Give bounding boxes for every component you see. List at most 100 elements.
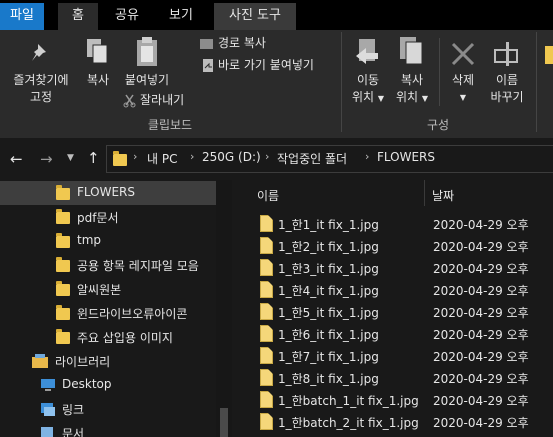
file-row[interactable]: 1_한3_it fix_1.jpg 2020-04-29 오후: [232, 257, 553, 279]
nav-item-label: 알씨원본: [77, 283, 122, 297]
file-row[interactable]: 1_한2_it fix_1.jpg 2020-04-29 오후: [232, 235, 553, 257]
nav-item-links[interactable]: 링크: [0, 397, 222, 421]
folder-icon: [56, 209, 70, 224]
file-row[interactable]: 1_한8_it fix_1.jpg 2020-04-29 오후: [232, 367, 553, 389]
delete-button[interactable]: 삭제 ▼: [444, 72, 482, 106]
nav-item-label: 주요 삽입용 이미지: [77, 331, 173, 345]
jpg-file-icon: [260, 391, 273, 408]
clipboard-group-label: 클립보드: [147, 118, 193, 132]
file-name: 1_한6_it fix_1.jpg: [278, 328, 379, 342]
pin-label-line2: 고정: [29, 90, 53, 104]
nav-item-alsee-originals[interactable]: 알씨원본: [0, 277, 222, 301]
nav-item-documents[interactable]: 문서: [0, 421, 222, 437]
chevron-right-icon[interactable]: ›: [265, 150, 269, 163]
nav-item-label: 윈드라이브오류아이콘: [77, 307, 188, 321]
file-date: 2020-04-29 오후: [433, 218, 529, 232]
file-name: 1_한batch_1_it fix_1.jpg: [278, 394, 419, 408]
file-row[interactable]: 1_한7_it fix_1.jpg 2020-04-29 오후: [232, 345, 553, 367]
file-row[interactable]: 1_한4_it fix_1.jpg 2020-04-29 오후: [232, 279, 553, 301]
column-divider[interactable]: [424, 180, 425, 206]
file-row[interactable]: 1_한batch_1_it fix_1.jpg 2020-04-29 오후: [232, 389, 553, 411]
file-date: 2020-04-29 오후: [433, 262, 529, 276]
paste-shortcut-button[interactable]: 바로 가기 붙여넣기: [218, 57, 314, 74]
rename-button[interactable]: 이름 바꾸기: [484, 72, 530, 106]
rename-label-line1: 이름: [495, 73, 519, 87]
tab-home[interactable]: 홈: [58, 3, 98, 30]
file-date: 2020-04-29 오후: [433, 328, 529, 342]
file-date: 2020-04-29 오후: [433, 350, 529, 364]
file-name: 1_한4_it fix_1.jpg: [278, 284, 379, 298]
recent-locations-chevron-icon[interactable]: ▼: [67, 153, 74, 163]
nav-item-shared-registry[interactable]: 공용 항목 레지파일 모음: [0, 253, 222, 277]
nav-item-desktop[interactable]: Desktop: [0, 373, 222, 397]
address-bar[interactable]: › 내 PC › 250G (D:) › 작업중인 폴더 › FLOWERS: [106, 145, 553, 173]
rename-icon: [494, 42, 518, 66]
file-row[interactable]: 1_한5_it fix_1.jpg 2020-04-29 오후: [232, 301, 553, 323]
nav-item-onedrive-error-icons[interactable]: 윈드라이브오류아이콘: [0, 301, 222, 325]
file-name: 1_한5_it fix_1.jpg: [278, 306, 379, 320]
jpg-file-icon: [260, 325, 273, 342]
links-icon: [41, 403, 55, 416]
move-to-label-line1: 이동: [356, 73, 380, 87]
tab-share[interactable]: 공유: [104, 3, 150, 30]
file-row[interactable]: 1_한6_it fix_1.jpg 2020-04-29 오후: [232, 323, 553, 345]
jpg-file-icon: [260, 303, 273, 320]
column-header-date[interactable]: 날짜: [432, 187, 454, 204]
chevron-right-icon[interactable]: ›: [190, 150, 194, 163]
copy-path-icon: [200, 39, 213, 49]
sort-ascending-icon: ^: [337, 180, 345, 187]
ribbon-separator: [341, 32, 342, 132]
chevron-down-icon: ▼: [459, 93, 467, 102]
ribbon-separator: [439, 38, 440, 106]
tab-picture-tools[interactable]: 사진 도구: [214, 3, 296, 30]
breadcrumb-drive[interactable]: 250G (D:): [202, 150, 261, 164]
navigation-pane-scrollbar[interactable]: [216, 180, 232, 437]
nav-item-tmp[interactable]: tmp: [0, 229, 222, 253]
nav-item-label: 공용 항목 레지파일 모음: [77, 259, 199, 273]
navigation-bar: ← → ▼ ↑ › 내 PC › 250G (D:) › 작업중인 폴더 › F…: [0, 138, 553, 180]
move-to-button[interactable]: 이동 위치 ▼: [346, 72, 390, 107]
jpg-file-icon: [260, 281, 273, 298]
delete-label: 삭제: [451, 73, 475, 87]
file-row[interactable]: 1_한batch_2_it fix_1.jpg 2020-04-29 오후: [232, 411, 553, 433]
breadcrumb-this-pc[interactable]: 내 PC: [147, 150, 177, 167]
column-header-name[interactable]: 이름: [257, 187, 279, 204]
file-row[interactable]: 1_한1_it fix_1.jpg 2020-04-29 오후: [232, 213, 553, 235]
nav-item-libraries[interactable]: 라이브러리: [0, 349, 222, 373]
file-name: 1_한batch_2_it fix_1.jpg: [278, 416, 419, 430]
folder-icon: [56, 305, 70, 320]
nav-item-label: 문서: [62, 427, 85, 437]
library-icon: [32, 354, 48, 368]
copy-path-button[interactable]: 경로 복사: [218, 35, 266, 52]
copy-to-button[interactable]: 복사 위치 ▼: [390, 72, 434, 107]
breadcrumb-working-folder[interactable]: 작업중인 폴더: [277, 150, 347, 167]
forward-icon[interactable]: →: [40, 150, 53, 168]
ribbon-separator: [536, 32, 537, 132]
pin-label-line1: 즐겨찾기에: [13, 73, 69, 87]
folder-icon: [56, 329, 70, 344]
jpg-file-icon: [260, 413, 273, 430]
nav-item-flowers[interactable]: FLOWERS: [0, 181, 222, 205]
cut-button[interactable]: 잘라내기: [140, 92, 184, 109]
jpg-file-icon: [260, 237, 273, 254]
copy-button[interactable]: 복사: [80, 72, 116, 89]
tab-file[interactable]: 파일: [0, 3, 44, 30]
chevron-right-icon[interactable]: ›: [133, 150, 137, 163]
move-to-icon: [356, 39, 378, 64]
tab-view[interactable]: 보기: [158, 3, 204, 30]
file-date: 2020-04-29 오후: [433, 416, 529, 430]
folder-icon: [56, 257, 70, 272]
ribbon: 즐겨찾기에 고정 복사 붙여넣기 경로 복사 바로 가기 붙여넣기 잘라내기 클…: [0, 30, 553, 138]
pin-to-quick-access-button[interactable]: 즐겨찾기에 고정: [2, 72, 80, 106]
file-name: 1_한3_it fix_1.jpg: [278, 262, 379, 276]
paste-button[interactable]: 붙여넣기: [118, 72, 176, 89]
nav-item-pdf[interactable]: pdf문서: [0, 205, 222, 229]
breadcrumb-flowers[interactable]: FLOWERS: [377, 150, 435, 164]
nav-item-insert-images[interactable]: 주요 삽입용 이미지: [0, 325, 222, 349]
file-name: 1_한2_it fix_1.jpg: [278, 240, 379, 254]
chevron-right-icon[interactable]: ›: [365, 150, 369, 163]
up-icon[interactable]: ↑: [87, 149, 100, 167]
chevron-down-icon: ▼: [421, 94, 429, 103]
back-icon[interactable]: ←: [10, 150, 23, 168]
scrollbar-thumb[interactable]: [220, 408, 228, 437]
